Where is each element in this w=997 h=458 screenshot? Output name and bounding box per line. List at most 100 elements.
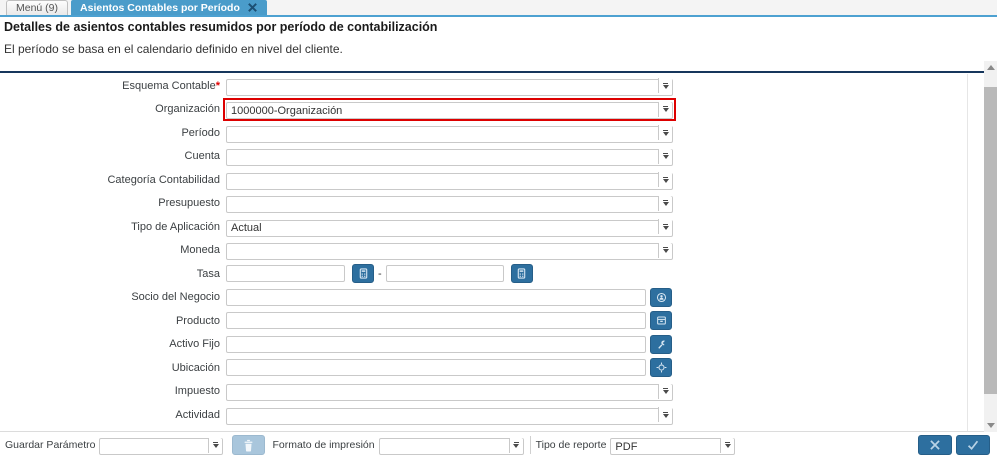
formato-impresion-label: Formato de impresión	[272, 439, 375, 451]
cuenta-label: Cuenta	[184, 150, 220, 163]
tab-menu[interactable]: Menú (9)	[6, 0, 69, 15]
categoria-contabilidad-dropdown-button[interactable]	[658, 172, 672, 188]
categoria-contabilidad-label: Categoría Contabilidad	[107, 173, 220, 186]
activo-fijo-search-button[interactable]	[650, 334, 672, 354]
ubicacion-search-button[interactable]	[650, 358, 672, 378]
field-row-impuesto: Impuesto	[0, 380, 967, 404]
chevron-down-icon	[663, 82, 668, 84]
organizacion-dropdown-button[interactable]	[658, 101, 672, 117]
tipo-de-aplicacion-input[interactable]	[226, 219, 673, 237]
delete-parameter-button[interactable]	[232, 435, 266, 455]
tab-close-button[interactable]	[247, 2, 258, 13]
guardar-parametro-combobox[interactable]	[99, 437, 224, 455]
tipo-reporte-dropdown-button[interactable]	[720, 437, 735, 453]
scroll-up-button[interactable]	[984, 61, 997, 74]
tasa-from-calculator-button[interactable]	[352, 264, 374, 284]
tasa-to-calculator-button[interactable]	[510, 264, 533, 284]
socio-del-negocio-input[interactable]	[226, 288, 646, 306]
ubicacion-input[interactable]	[226, 359, 646, 377]
field-row-actividad: Actividad	[0, 403, 967, 427]
tipo-de-aplicacion-label: Tipo de Aplicación	[131, 220, 220, 233]
parameter-form: Esquema Contable* Organización Período C…	[0, 74, 967, 427]
cuenta-combobox[interactable]	[226, 148, 673, 167]
tipo-de-aplicacion-dropdown-button[interactable]	[658, 219, 672, 235]
check-icon	[967, 440, 979, 451]
tipo-reporte-input[interactable]	[610, 438, 736, 455]
organizacion-combobox[interactable]	[226, 101, 673, 120]
tipo-reporte-combobox[interactable]	[610, 437, 736, 455]
tab-asientos-contables[interactable]: Asientos Contables por Período	[71, 0, 267, 15]
chevron-down-icon	[663, 153, 668, 155]
socio-del-negocio-search-button[interactable]	[650, 287, 672, 307]
periodo-input[interactable]	[226, 125, 673, 143]
field-row-organizacion: Organización	[0, 98, 967, 122]
moneda-input[interactable]	[226, 243, 673, 261]
crosshair-icon	[656, 362, 666, 373]
triangle-down-icon	[986, 423, 995, 428]
guardar-parametro-dropdown-button[interactable]	[208, 437, 223, 453]
actividad-combobox[interactable]	[226, 406, 673, 425]
field-row-categoria-contabilidad: Categoría Contabilidad	[0, 168, 967, 192]
scroll-down-button[interactable]	[984, 419, 997, 432]
moneda-dropdown-button[interactable]	[658, 242, 672, 258]
formato-impresion-combobox[interactable]	[378, 437, 524, 455]
panel-right-edge	[967, 74, 968, 432]
vertical-scrollbar[interactable]	[984, 61, 997, 432]
field-row-tasa: Tasa -	[0, 262, 967, 286]
categoria-contabilidad-input[interactable]	[226, 172, 673, 190]
guardar-parametro-label: Guardar Parámetro	[5, 439, 96, 451]
ubicacion-label: Ubicación	[171, 361, 220, 374]
field-row-ubicacion: Ubicación	[0, 356, 967, 380]
page-subtitle: El período se basa en el calendario defi…	[4, 42, 343, 56]
footer-toolbar: Guardar Parámetro Formato de impresión T…	[0, 431, 997, 458]
formato-impresion-dropdown-button[interactable]	[508, 437, 523, 453]
wrench-icon	[657, 340, 665, 349]
actividad-label: Actividad	[175, 408, 220, 421]
tasa-to-input[interactable]	[385, 265, 504, 283]
tab-bar: Menú (9) Asientos Contables por Período	[0, 0, 997, 17]
periodo-combobox[interactable]	[226, 124, 673, 143]
producto-input[interactable]	[226, 312, 646, 330]
tipo-de-aplicacion-combobox[interactable]	[226, 218, 673, 237]
trash-icon	[245, 439, 253, 451]
tab-asientos-label: Asientos Contables por Período	[80, 1, 240, 14]
formato-impresion-input[interactable]	[378, 438, 524, 455]
activo-fijo-label: Activo Fijo	[169, 338, 220, 351]
cuenta-dropdown-button[interactable]	[658, 148, 672, 164]
guardar-parametro-input[interactable]	[99, 438, 224, 455]
cuenta-input[interactable]	[226, 149, 673, 167]
esquema-contable-combobox[interactable]	[226, 77, 673, 96]
tasa-from-input[interactable]	[226, 265, 345, 283]
actividad-dropdown-button[interactable]	[658, 407, 672, 423]
esquema-contable-label: Esquema Contable	[122, 79, 216, 92]
scrollbar-thumb[interactable]	[984, 87, 997, 394]
presupuesto-input[interactable]	[226, 196, 673, 214]
ok-button[interactable]	[956, 435, 990, 455]
esquema-contable-input[interactable]	[226, 78, 673, 96]
categoria-contabilidad-combobox[interactable]	[226, 171, 673, 190]
periodo-label: Período	[181, 126, 220, 139]
producto-search-button[interactable]	[650, 311, 672, 331]
tasa-range-separator: -	[378, 267, 382, 280]
impuesto-dropdown-button[interactable]	[658, 383, 672, 399]
chevron-down-icon	[663, 411, 668, 413]
presupuesto-dropdown-button[interactable]	[658, 195, 672, 211]
esquema-contable-dropdown-button[interactable]	[658, 78, 672, 94]
moneda-combobox[interactable]	[226, 242, 673, 261]
chevron-down-icon	[663, 223, 668, 225]
organizacion-input[interactable]	[226, 102, 673, 120]
field-row-cuenta: Cuenta	[0, 145, 967, 169]
impuesto-combobox[interactable]	[226, 383, 673, 402]
calculator-icon	[517, 268, 526, 279]
periodo-dropdown-button[interactable]	[658, 125, 672, 141]
business-partner-icon	[656, 292, 666, 302]
cancel-button[interactable]	[918, 435, 952, 455]
x-icon	[930, 440, 940, 450]
presupuesto-combobox[interactable]	[226, 195, 673, 214]
socio-del-negocio-label: Socio del Negocio	[131, 291, 220, 304]
impuesto-input[interactable]	[226, 384, 673, 402]
activo-fijo-input[interactable]	[226, 335, 646, 353]
close-icon	[247, 3, 257, 12]
actividad-input[interactable]	[226, 407, 673, 425]
field-row-producto: Producto	[0, 309, 967, 333]
